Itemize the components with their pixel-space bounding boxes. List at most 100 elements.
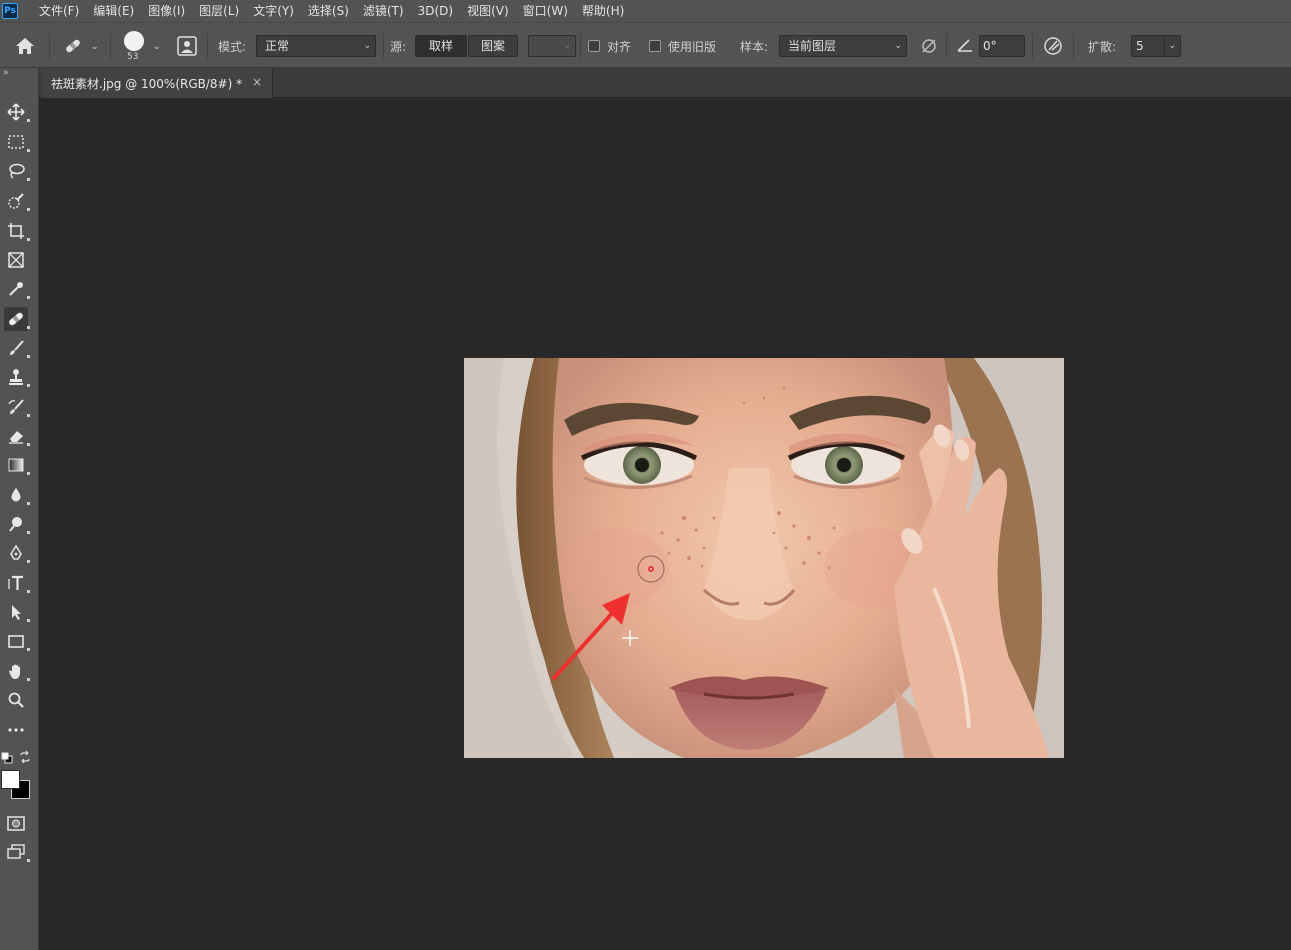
tool-group-indicator	[27, 678, 30, 681]
frame-tool[interactable]	[4, 248, 28, 272]
document-tab[interactable]: 祛斑素材.jpg @ 100%(RGB/8#) * ×	[41, 68, 273, 98]
clone-stamp-tool[interactable]	[4, 365, 30, 389]
brush-size-value: 53	[127, 52, 139, 62]
quick-selection-tool[interactable]	[4, 189, 30, 213]
tool-group-indicator	[27, 355, 30, 358]
chevron-down-icon: ⌄	[894, 41, 902, 51]
pressure-size-icon[interactable]	[177, 36, 197, 56]
menu-3d[interactable]: 3D(D)	[411, 0, 460, 22]
crop-icon	[8, 223, 24, 239]
dodge-icon	[9, 517, 22, 532]
eyedropper-tool[interactable]	[4, 277, 30, 301]
menu-edit[interactable]: 编辑(E)	[86, 0, 141, 22]
diffusion-label: 扩散:	[1088, 40, 1117, 54]
foreground-color-swatch[interactable]	[1, 770, 20, 789]
aligned-checkbox[interactable]	[588, 40, 600, 52]
separator	[946, 33, 947, 59]
sample-select[interactable]: 当前图层 ⌄	[779, 35, 907, 57]
source-sampled-button[interactable]: 取样	[415, 35, 467, 57]
history-brush-tool[interactable]	[4, 395, 30, 419]
menu-select[interactable]: 选择(S)	[301, 0, 356, 22]
marquee-tool[interactable]	[4, 130, 30, 154]
healing-brush-icon[interactable]	[63, 36, 83, 56]
menu-file[interactable]: 文件(F)	[32, 0, 86, 22]
zoom-tool[interactable]	[4, 688, 28, 712]
separator	[580, 33, 581, 59]
ignore-adjustment-layers-icon[interactable]	[920, 37, 938, 55]
swap-colors-icon[interactable]	[19, 751, 31, 763]
stamp-icon	[9, 369, 23, 385]
tool-group-indicator	[27, 619, 30, 622]
move-icon	[7, 103, 25, 121]
separator	[383, 33, 384, 59]
pen-icon	[10, 544, 22, 560]
pattern-picker-select[interactable]: ⌄	[528, 35, 576, 57]
menu-view[interactable]: 视图(V)	[460, 0, 516, 22]
home-icon[interactable]	[15, 37, 35, 55]
diffusion-input[interactable]: 5 ⌄	[1131, 35, 1181, 57]
pressure-for-size-icon[interactable]	[1043, 36, 1063, 56]
menu-type[interactable]: 文字(Y)	[246, 0, 301, 22]
bandage-icon	[9, 312, 23, 326]
menu-layer[interactable]: 图层(L)	[192, 0, 246, 22]
spot-healing-brush-tool[interactable]	[4, 307, 30, 331]
blur-tool[interactable]	[4, 483, 30, 507]
source-pattern-button[interactable]: 图案	[468, 35, 518, 57]
source-label: 源:	[390, 40, 407, 54]
separator	[207, 33, 208, 59]
tools-panel: »	[0, 68, 39, 950]
crop-tool[interactable]	[4, 219, 30, 243]
lasso-icon	[9, 163, 25, 179]
gradient-icon	[8, 458, 24, 472]
brush-preview-icon[interactable]	[124, 31, 144, 51]
eraser-tool[interactable]	[4, 424, 30, 448]
mode-select[interactable]: 正常 ⌄	[256, 35, 376, 57]
use-legacy-checkbox[interactable]	[649, 40, 661, 52]
photoshop-logo-icon[interactable]: Ps	[2, 3, 18, 19]
gradient-tool[interactable]	[4, 453, 30, 477]
more-dots-icon	[8, 728, 24, 732]
quick-mask-button[interactable]	[4, 811, 28, 835]
tool-group-indicator	[27, 443, 30, 446]
use-legacy-label: 使用旧版	[668, 40, 717, 54]
separator	[1032, 33, 1033, 59]
brush-tool[interactable]	[4, 336, 30, 360]
mode-label: 模式:	[218, 40, 247, 54]
tool-group-indicator	[27, 208, 30, 211]
lasso-tool[interactable]	[4, 159, 30, 183]
menu-image[interactable]: 图像(I)	[141, 0, 192, 22]
menu-filter[interactable]: 滤镜(T)	[356, 0, 411, 22]
magnifier-icon	[8, 692, 24, 708]
quick-selection-icon	[8, 193, 24, 209]
screen-mode-button[interactable]	[4, 840, 30, 864]
tool-group-indicator	[27, 502, 30, 505]
type-tool[interactable]	[4, 571, 30, 595]
brush-cursor-dot	[650, 568, 652, 570]
document-canvas[interactable]	[464, 358, 1064, 758]
path-selection-tool[interactable]	[4, 600, 30, 624]
document-tab-bar: 祛斑素材.jpg @ 100%(RGB/8#) * ×	[39, 68, 1291, 98]
separator	[1073, 33, 1074, 59]
tool-group-indicator	[27, 296, 30, 299]
angle-input[interactable]: 0°	[979, 35, 1025, 57]
tool-group-indicator	[27, 531, 30, 534]
angle-icon	[957, 39, 972, 52]
mode-select-value: 正常	[265, 39, 290, 53]
collapse-panel-icon[interactable]: »	[3, 68, 9, 78]
tool-group-indicator	[27, 648, 30, 651]
hand-tool[interactable]	[4, 659, 30, 683]
rectangle-tool[interactable]	[4, 629, 30, 653]
water-drop-icon	[11, 488, 21, 502]
default-colors-icon[interactable]	[1, 752, 13, 764]
brush-icon	[10, 340, 24, 355]
annotation-arrow-icon	[552, 593, 630, 680]
move-tool[interactable]	[4, 100, 30, 124]
brush-picker-chevron-down-icon[interactable]: ⌄	[153, 39, 161, 55]
close-tab-icon[interactable]: ×	[252, 75, 262, 89]
pen-tool[interactable]	[4, 541, 30, 565]
edit-toolbar[interactable]	[4, 718, 28, 742]
dodge-tool[interactable]	[4, 512, 30, 536]
tool-preset-chevron-down-icon[interactable]: ⌄	[91, 39, 99, 55]
menu-window[interactable]: 窗口(W)	[516, 0, 575, 22]
menu-help[interactable]: 帮助(H)	[575, 0, 631, 22]
